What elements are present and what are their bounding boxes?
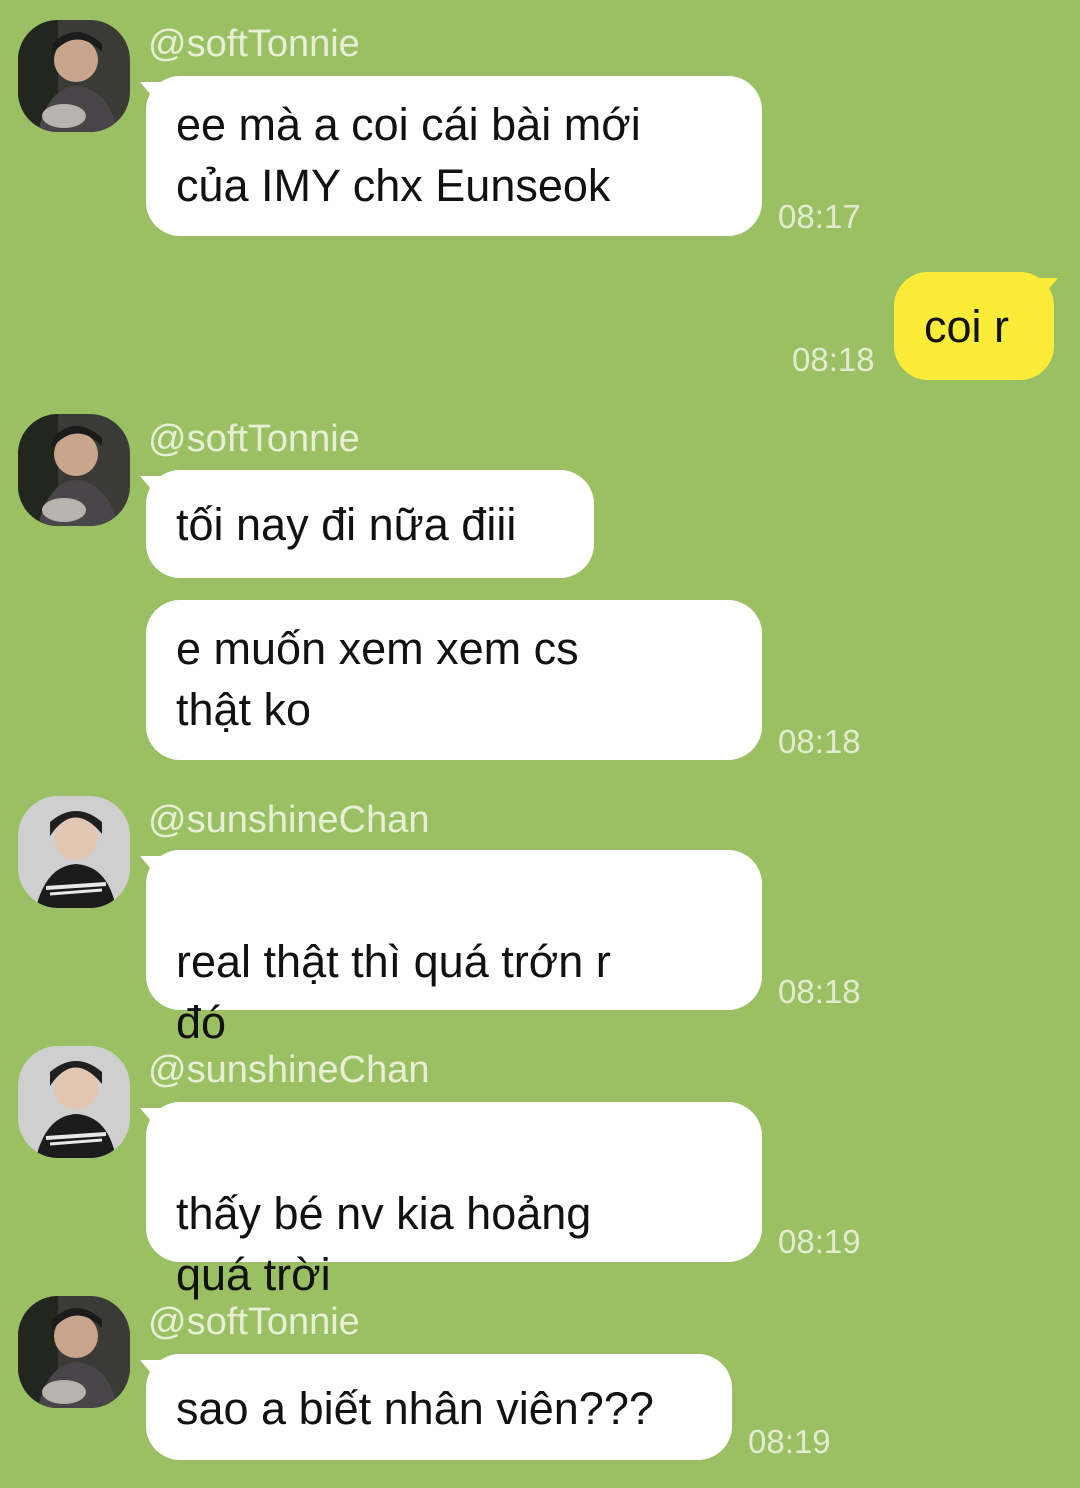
message-text: real thật thì quá trớn r đó: [176, 936, 611, 1048]
avatar-sunshineChan[interactable]: [18, 796, 130, 908]
sender-name: @sunshineChan: [148, 799, 430, 841]
message-time: 08:18: [792, 341, 875, 378]
avatar-softTonnie[interactable]: [18, 414, 130, 526]
sender-name: @sunshineChan: [148, 1049, 430, 1091]
message-time: 08:18: [778, 723, 861, 760]
message-bubble[interactable]: e muốn xem xem cs thật ko: [146, 600, 762, 760]
message-bubble[interactable]: sao a biết nhân viên???: [146, 1354, 732, 1460]
avatar-softTonnie[interactable]: [18, 1296, 130, 1408]
sender-name: @softTonnie: [148, 1301, 360, 1343]
message-bubble[interactable]: real thật thì quá trớn r đó: [146, 850, 762, 1168]
sender-name: @softTonnie: [148, 23, 360, 65]
message-bubble[interactable]: ee mà a coi cái bài mới của IMY chx Euns…: [146, 76, 762, 236]
message-time: 08:18: [778, 973, 861, 1010]
message-time: 08:17: [778, 198, 861, 235]
message-text: thấy bé nv kia hoảng quá trời: [176, 1188, 592, 1300]
sender-name: @softTonnie: [148, 418, 360, 460]
avatar-sunshineChan[interactable]: [18, 1046, 130, 1158]
message-bubble[interactable]: thấy bé nv kia hoảng quá trời: [146, 1102, 762, 1420]
message-time: 08:19: [778, 1223, 861, 1260]
message-time: 08:19: [748, 1423, 831, 1460]
my-message-bubble[interactable]: coi r: [894, 272, 1054, 380]
avatar-softTonnie[interactable]: [18, 20, 130, 132]
message-bubble[interactable]: tối nay đi nữa điii: [146, 470, 594, 578]
